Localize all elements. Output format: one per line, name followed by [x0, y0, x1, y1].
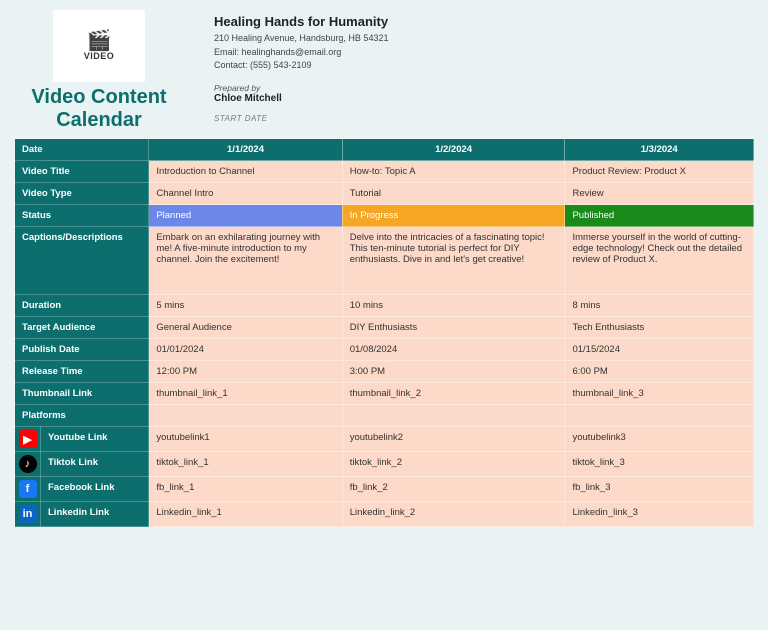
cell-caption: Delve into the intricacies of a fascinat… [342, 227, 565, 295]
label-status: Status [15, 205, 149, 227]
tiktok-icon: ♪ [19, 455, 37, 473]
prepared-by-label: Prepared by [214, 83, 388, 93]
cell-thumb: thumbnail_link_3 [565, 383, 754, 405]
cell-youtube: youtubelink3 [565, 427, 754, 452]
logo: 🎬 VIDEO [53, 10, 145, 82]
cell-status: Published [565, 205, 754, 227]
label-tiktok: Tiktok Link [41, 452, 149, 477]
label-linkedin: Linkedin Link [41, 502, 149, 527]
cell-release: 3:00 PM [342, 361, 565, 383]
cell-duration: 10 mins [342, 295, 565, 317]
cell-tiktok: tiktok_link_1 [149, 452, 342, 477]
cell-title: Product Review: Product X [565, 161, 754, 183]
label-date: Date [15, 139, 149, 161]
cell-duration: 8 mins [565, 295, 754, 317]
cell-platforms-empty [149, 405, 342, 427]
cell-status: In Progress [342, 205, 565, 227]
cell-facebook: fb_link_3 [565, 477, 754, 502]
youtube-icon-cell: ▶ [15, 427, 41, 452]
linkedin-icon: in [19, 505, 37, 523]
cell-publish: 01/08/2024 [342, 339, 565, 361]
video-camera-icon: 🎬 [87, 31, 112, 51]
title-block: 🎬 VIDEO Video Content Calendar [14, 10, 184, 132]
cell-target: DIY Enthusiasts [342, 317, 565, 339]
facebook-icon: f [19, 480, 37, 498]
col-date: 1/3/2024 [565, 139, 754, 161]
cell-thumb: thumbnail_link_2 [342, 383, 565, 405]
label-platforms: Platforms [15, 405, 149, 427]
cell-title: How-to: Topic A [342, 161, 565, 183]
cell-thumb: thumbnail_link_1 [149, 383, 342, 405]
cell-tiktok: tiktok_link_3 [565, 452, 754, 477]
cell-publish: 01/01/2024 [149, 339, 342, 361]
cell-target: General Audience [149, 317, 342, 339]
cell-facebook: fb_link_1 [149, 477, 342, 502]
label-type: Video Type [15, 183, 149, 205]
cell-caption: Immerse yourself in the world of cutting… [565, 227, 754, 295]
cell-duration: 5 mins [149, 295, 342, 317]
cell-platforms-empty [565, 405, 754, 427]
calendar-table: Date1/1/20241/2/20241/3/2024Video TitleI… [14, 138, 754, 527]
cell-linkedin: Linkedin_link_3 [565, 502, 754, 527]
cell-facebook: fb_link_2 [342, 477, 565, 502]
cell-type: Review [565, 183, 754, 205]
page-title: Video Content Calendar [14, 86, 184, 132]
label-publish: Publish Date [15, 339, 149, 361]
cell-publish: 01/15/2024 [565, 339, 754, 361]
cell-platforms-empty [342, 405, 565, 427]
label-target: Target Audience [15, 317, 149, 339]
label-thumb: Thumbnail Link [15, 383, 149, 405]
label-captions: Captions/Descriptions [15, 227, 149, 295]
col-date: 1/1/2024 [149, 139, 342, 161]
youtube-icon: ▶ [19, 430, 37, 448]
org-name: Healing Hands for Humanity [214, 14, 388, 29]
tiktok-icon-cell: ♪ [15, 452, 41, 477]
cell-type: Channel Intro [149, 183, 342, 205]
cell-release: 6:00 PM [565, 361, 754, 383]
cell-status: Planned [149, 205, 342, 227]
org-email: Email: healinghands@email.org [214, 46, 388, 60]
logo-text: VIDEO [84, 51, 115, 61]
cell-linkedin: Linkedin_link_1 [149, 502, 342, 527]
header: 🎬 VIDEO Video Content Calendar Healing H… [0, 0, 768, 138]
label-release: Release Time [15, 361, 149, 383]
cell-title: Introduction to Channel [149, 161, 342, 183]
linkedin-icon-cell: in [15, 502, 41, 527]
cell-release: 12:00 PM [149, 361, 342, 383]
title-line-1: Video Content [31, 86, 166, 108]
cell-caption: Embark on an exhilarating journey with m… [149, 227, 342, 295]
cell-target: Tech Enthusiasts [565, 317, 754, 339]
cell-type: Tutorial [342, 183, 565, 205]
cell-youtube: youtubelink1 [149, 427, 342, 452]
title-line-2: Calendar [56, 109, 142, 131]
label-facebook: Facebook Link [41, 477, 149, 502]
cell-youtube: youtubelink2 [342, 427, 565, 452]
org-contact: Contact: (555) 543-2109 [214, 59, 388, 73]
facebook-icon-cell: f [15, 477, 41, 502]
start-date-label: START DATE [214, 114, 388, 123]
label-duration: Duration [15, 295, 149, 317]
col-date: 1/2/2024 [342, 139, 565, 161]
cell-linkedin: Linkedin_link_2 [342, 502, 565, 527]
label-title: Video Title [15, 161, 149, 183]
prepared-by-name: Chloe Mitchell [214, 93, 388, 104]
label-youtube: Youtube Link [41, 427, 149, 452]
org-address: 210 Healing Avenue, Handsburg, HB 54321 [214, 32, 388, 46]
cell-tiktok: tiktok_link_2 [342, 452, 565, 477]
info-block: Healing Hands for Humanity 210 Healing A… [214, 10, 388, 132]
